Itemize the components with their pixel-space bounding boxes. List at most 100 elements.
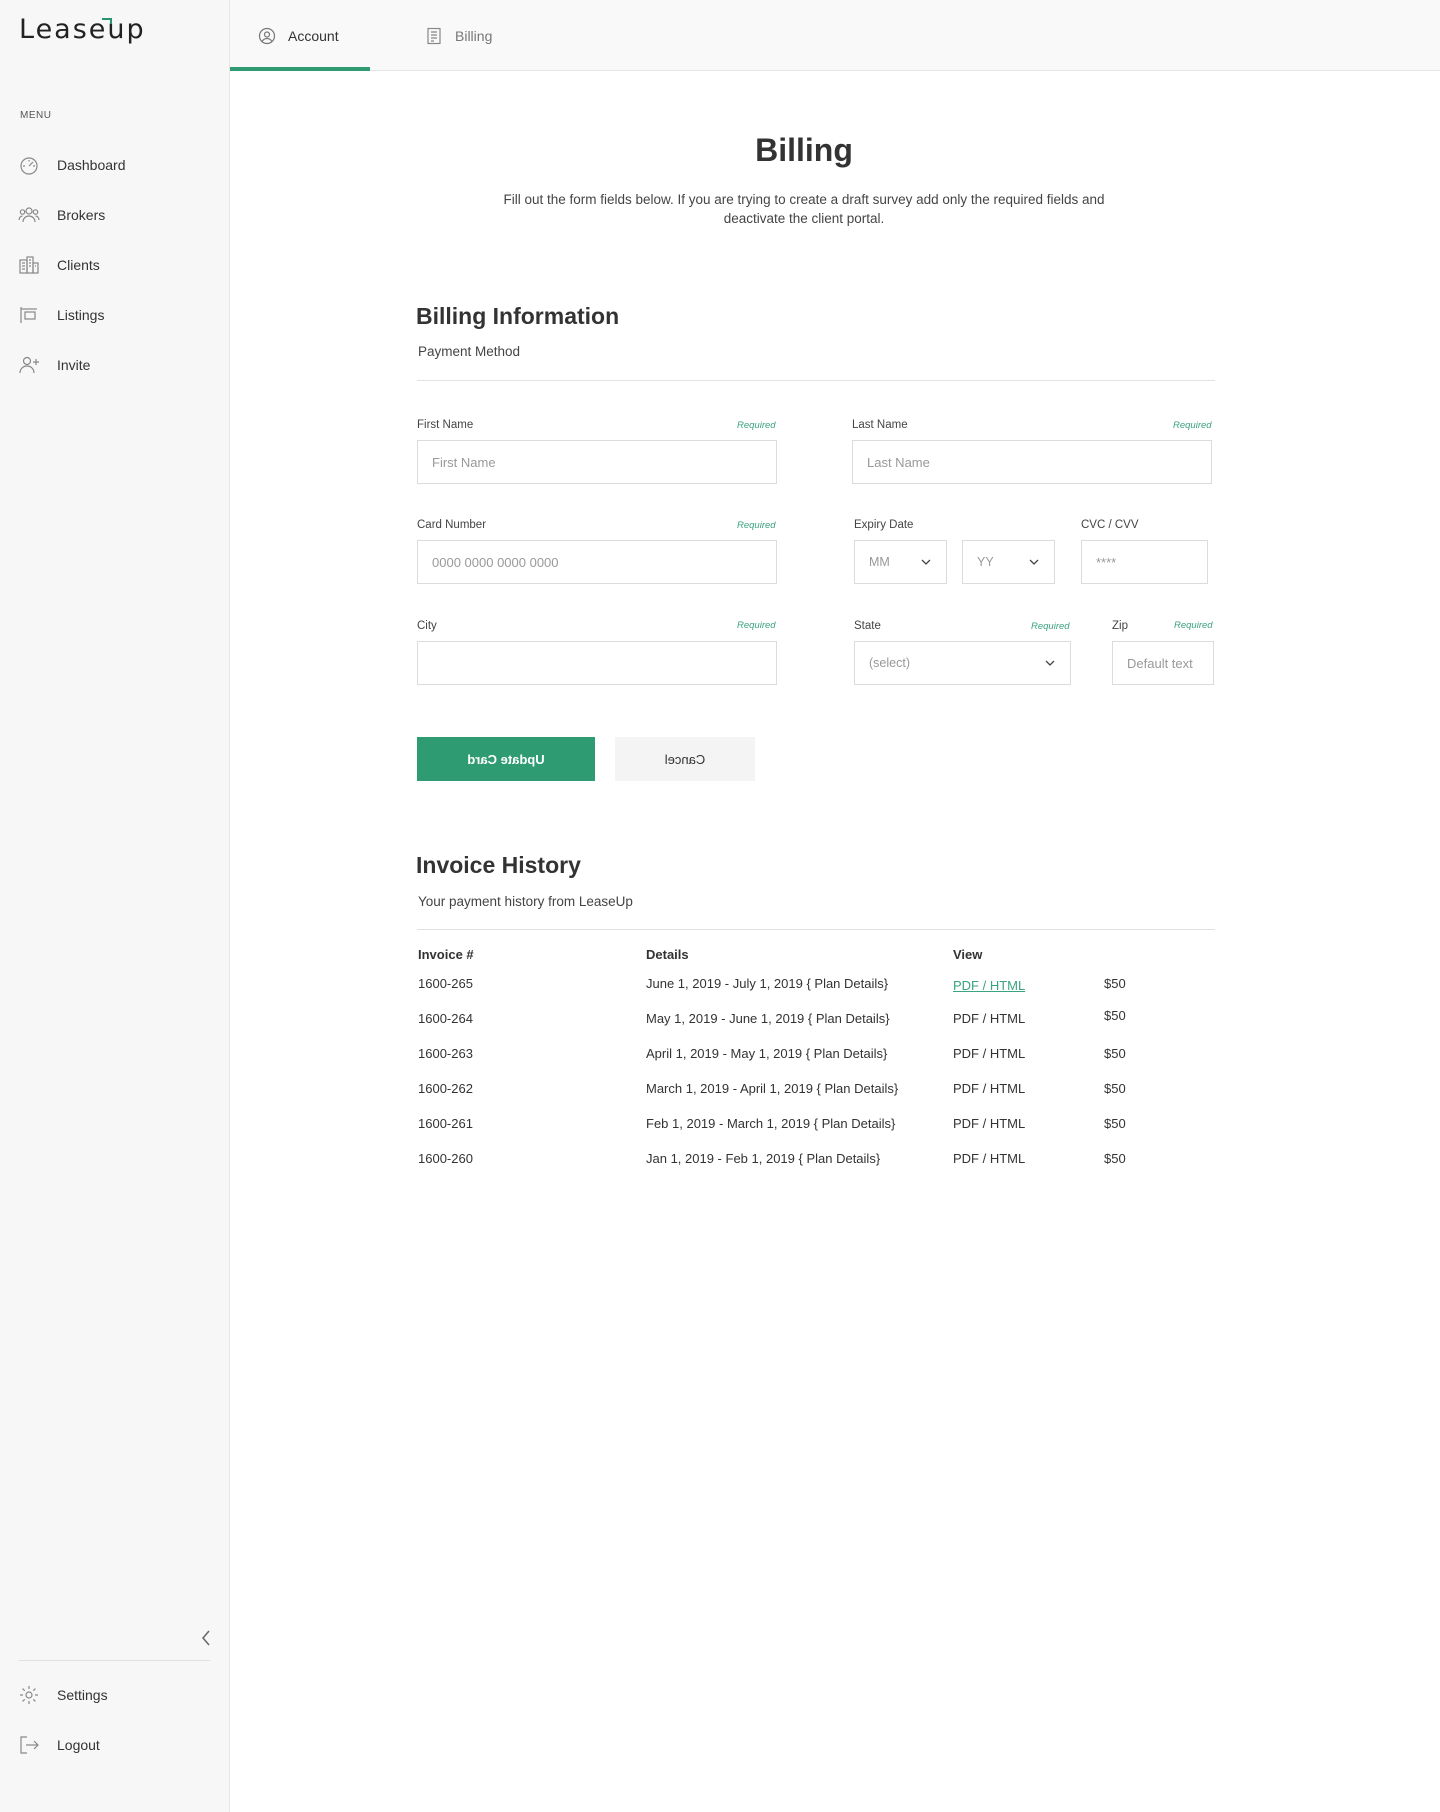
tab-label: Billing <box>455 27 493 44</box>
expiry-month-select[interactable]: MM <box>854 540 947 584</box>
required-label: Required <box>1174 620 1213 631</box>
invoice-amount: $50 <box>1104 1008 1126 1023</box>
sidebar-item-invite[interactable]: Invite <box>0 340 229 390</box>
sidebar-item-label: Listings <box>57 307 105 323</box>
cancel-button[interactable]: Cancel <box>615 737 755 781</box>
zip-label: Zip <box>1112 620 1128 632</box>
active-tab-indicator <box>230 67 370 71</box>
required-label: Required <box>1173 420 1212 431</box>
tab-billing[interactable]: Billing <box>425 0 492 71</box>
invoice-view-link[interactable]: PDF / HTML <box>953 1081 1025 1096</box>
expiry-year-select[interactable]: YY <box>962 540 1055 584</box>
chevron-down-icon <box>1029 559 1039 565</box>
update-card-button[interactable]: Update Card <box>417 737 595 781</box>
logo[interactable]: Leaseup <box>19 14 146 45</box>
sidebar-item-label: Settings <box>57 1687 108 1703</box>
state-select-value: (select) <box>869 656 910 670</box>
invoice-view-link[interactable]: PDF / HTML <box>953 1116 1025 1131</box>
invoice-details: April 1, 2019 - May 1, 2019 { Plan Detai… <box>646 1046 888 1061</box>
card-number-input[interactable] <box>417 540 777 584</box>
invoice-details: Jan 1, 2019 - Feb 1, 2019 { Plan Details… <box>646 1151 881 1166</box>
sidebar-item-label: Invite <box>57 357 91 373</box>
sidebar-item-dashboard[interactable]: Dashboard <box>0 140 229 190</box>
invoice-details: Feb 1, 2019 - March 1, 2019 { Plan Detai… <box>646 1116 896 1131</box>
billing-info-subtitle: Payment Method <box>418 344 521 359</box>
invite-icon <box>19 356 39 374</box>
state-label: State <box>854 620 881 632</box>
invoice-number: 1600-261 <box>418 1116 473 1131</box>
sidebar-item-label: Brokers <box>57 207 106 223</box>
sidebar-bottom-nav: Settings Logout <box>0 1670 229 1770</box>
sidebar-item-brokers[interactable]: Brokers <box>0 190 229 240</box>
expiry-date-label: Expiry Date <box>854 519 914 531</box>
invoice-view-link[interactable]: PDF / HTML <box>953 1011 1025 1026</box>
cvc-label: CVC / CVV <box>1081 519 1139 531</box>
invoice-number: 1600-263 <box>418 1046 473 1061</box>
cvc-input[interactable] <box>1081 540 1208 584</box>
invoice-view-link[interactable]: PDF / HTML <box>953 1151 1025 1166</box>
brokers-icon <box>18 207 40 223</box>
column-header-invoice: Invoice # <box>418 947 474 962</box>
invoice-history-subtitle: Your payment history from LeaseUp <box>418 894 633 909</box>
required-label: Required <box>737 520 776 531</box>
tab-label: Account <box>288 27 339 44</box>
chevron-down-icon <box>1045 660 1055 666</box>
invoice-number: 1600-265 <box>418 976 473 991</box>
collapse-sidebar-icon[interactable] <box>198 1628 214 1648</box>
listings-icon <box>20 307 37 323</box>
billing-info-title: Billing Information <box>416 303 620 329</box>
logo-mark-icon <box>102 18 112 24</box>
menu-label: MENU <box>20 110 52 121</box>
invoice-number: 1600-262 <box>418 1081 473 1096</box>
sidebar-item-label: Logout <box>57 1737 100 1753</box>
dashboard-icon <box>20 157 38 175</box>
invoice-view-link[interactable]: PDF / HTML <box>953 1046 1025 1061</box>
sidebar-item-clients[interactable]: Clients <box>0 240 229 290</box>
expiry-month-value: MM <box>869 555 890 569</box>
invoice-history-title: Invoice History <box>416 852 581 878</box>
sidebar-item-label: Clients <box>57 257 100 273</box>
invoice-amount: $50 <box>1104 1081 1126 1096</box>
sidebar-item-listings[interactable]: Listings <box>0 290 229 340</box>
sidebar-item-label: Dashboard <box>57 157 126 173</box>
card-number-label: Card Number <box>417 519 487 531</box>
page-title: Billing <box>755 132 853 168</box>
clients-icon <box>19 256 39 274</box>
document-icon <box>427 27 441 44</box>
invoice-amount: $50 <box>1104 1046 1126 1061</box>
invoice-number: 1600-260 <box>418 1151 473 1166</box>
invoice-details: June 1, 2019 - July 1, 2019 { Plan Detai… <box>646 976 889 991</box>
expiry-year-value: YY <box>977 555 994 569</box>
sidebar-nav: Dashboard Brokers Clients Listings Invit… <box>0 140 229 390</box>
first-name-input[interactable] <box>417 440 777 484</box>
divider <box>417 929 1215 930</box>
zip-input[interactable] <box>1112 641 1214 685</box>
invoice-amount: $50 <box>1104 976 1126 991</box>
state-select[interactable]: (select) <box>854 641 1071 685</box>
last-name-input[interactable] <box>852 440 1212 484</box>
invoice-amount: $50 <box>1104 1151 1126 1166</box>
chevron-down-icon <box>921 559 931 565</box>
invoice-amount: $50 <box>1104 1116 1126 1131</box>
sidebar-divider <box>18 1660 210 1661</box>
sidebar-item-settings[interactable]: Settings <box>0 1670 229 1720</box>
page-description: Fill out the form fields below. If you a… <box>503 192 1105 226</box>
tab-account[interactable]: Account <box>258 0 370 71</box>
last-name-label: Last Name <box>852 419 908 431</box>
divider <box>417 380 1215 381</box>
city-input[interactable] <box>417 641 777 685</box>
required-label: Required <box>737 420 776 431</box>
invoice-details: May 1, 2019 - June 1, 2019 { Plan Detail… <box>646 1011 890 1026</box>
invoice-details: March 1, 2019 - April 1, 2019 { Plan Det… <box>646 1081 899 1096</box>
invoice-view-link[interactable]: PDF / HTML <box>953 978 1025 993</box>
required-label: Required <box>1031 621 1070 632</box>
sidebar-item-logout[interactable]: Logout <box>0 1720 229 1770</box>
column-header-details: Details <box>646 947 689 962</box>
top-tab-bar: Account Billing <box>230 0 1440 71</box>
sidebar: Leaseup MENU Dashboard Brokers Clients L… <box>0 0 230 1812</box>
invoice-number: 1600-264 <box>418 1011 473 1026</box>
first-name-label: First Name <box>417 419 474 431</box>
column-header-view: View <box>953 947 983 962</box>
required-label: Required <box>737 620 776 631</box>
city-label: City <box>417 620 437 632</box>
